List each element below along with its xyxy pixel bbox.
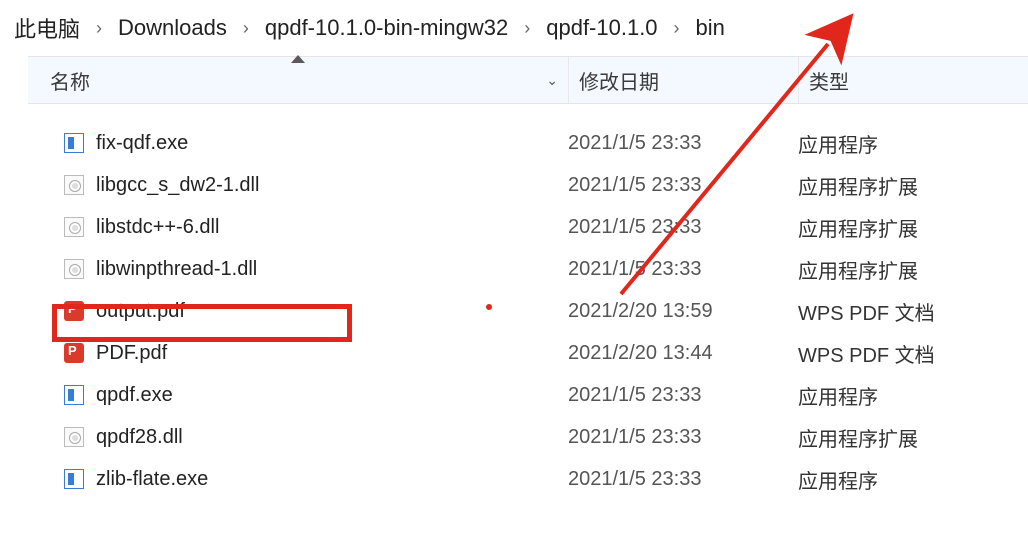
file-type-cell: WPS PDF 文档 [798,297,1028,326]
chevron-right-icon: › [92,18,106,39]
file-date-cell: 2021/2/20 13:44 [568,342,798,365]
column-header-name[interactable]: 名称 ⌄ [28,57,568,103]
file-row[interactable]: qpdf.exe 2021/1/5 23:33应用程序 [28,374,1028,416]
file-type-cell: 应用程序扩展 [798,255,1028,284]
sort-ascending-icon [291,55,305,63]
file-row[interactable]: qpdf28.dll 2021/1/5 23:33应用程序扩展 [28,416,1028,458]
dll-icon [64,259,84,279]
file-name-label: fix-qdf.exe [96,132,188,155]
file-row[interactable]: libgcc_s_dw2-1.dll 2021/1/5 23:33应用程序扩展 [28,164,1028,206]
file-type-cell: WPS PDF 文档 [798,339,1028,368]
file-type-cell: 应用程序扩展 [798,213,1028,242]
crumb-bin[interactable]: bin [690,13,731,43]
crumb-downloads[interactable]: Downloads [112,13,233,43]
column-name-label: 名称 [50,66,90,95]
file-row[interactable]: libwinpthread-1.dll 2021/1/5 23:33应用程序扩展 [28,248,1028,290]
pdf-icon [64,343,84,363]
dll-icon [64,175,84,195]
file-type-cell: 应用程序扩展 [798,171,1028,200]
file-type-cell: 应用程序扩展 [798,423,1028,452]
file-row[interactable]: PDF.pdf 2021/2/20 13:44WPS PDF 文档 [28,332,1028,374]
breadcrumb: 此电脑 › Downloads › qpdf-10.1.0-bin-mingw3… [0,0,1028,56]
column-header-date[interactable]: 修改日期 [568,57,798,103]
file-name-label: output.pdf [96,300,185,323]
file-date-cell: 2021/1/5 23:33 [568,132,798,155]
file-row[interactable]: fix-qdf.exe 2021/1/5 23:33应用程序 [28,122,1028,164]
file-name-label: libstdc++-6.dll [96,216,219,239]
column-type-label: 类型 [809,66,849,95]
file-name-label: libwinpthread-1.dll [96,258,257,281]
exe-icon [64,469,84,489]
file-type-cell: 应用程序 [798,465,1028,494]
file-name-cell: fix-qdf.exe [28,132,568,155]
file-name-label: zlib-flate.exe [96,468,208,491]
exe-icon [64,385,84,405]
file-row[interactable]: zlib-flate.exe 2021/1/5 23:33应用程序 [28,458,1028,500]
file-date-cell: 2021/1/5 23:33 [568,216,798,239]
file-name-cell: PDF.pdf [28,342,568,365]
file-name-label: qpdf28.dll [96,426,183,449]
chevron-right-icon: › [670,18,684,39]
crumb-qpdf[interactable]: qpdf-10.1.0 [540,13,663,43]
dll-icon [64,217,84,237]
column-date-label: 修改日期 [579,66,659,95]
file-name-cell: libstdc++-6.dll [28,216,568,239]
file-name-label: PDF.pdf [96,342,167,365]
file-date-cell: 2021/1/5 23:33 [568,426,798,449]
chevron-down-icon[interactable]: ⌄ [546,72,558,89]
file-type-cell: 应用程序 [798,129,1028,158]
column-header-type[interactable]: 类型 [798,57,1028,103]
file-list: fix-qdf.exe2021/1/5 23:33应用程序libgcc_s_dw… [28,104,1028,500]
file-name-label: libgcc_s_dw2-1.dll [96,174,259,197]
column-header-row: 名称 ⌄ 修改日期 类型 [28,56,1028,104]
file-date-cell: 2021/1/5 23:33 [568,258,798,281]
chevron-right-icon: › [239,18,253,39]
file-name-label: qpdf.exe [96,384,173,407]
file-name-cell: qpdf28.dll [28,426,568,449]
file-date-cell: 2021/1/5 23:33 [568,468,798,491]
file-name-cell: output.pdf [28,300,568,323]
file-row[interactable]: output.pdf 2021/2/20 13:59WPS PDF 文档 [28,290,1028,332]
file-date-cell: 2021/1/5 23:33 [568,384,798,407]
file-row[interactable]: libstdc++-6.dll 2021/1/5 23:33应用程序扩展 [28,206,1028,248]
exe-icon [64,133,84,153]
pdf-icon [64,301,84,321]
crumb-qpdf-bin[interactable]: qpdf-10.1.0-bin-mingw32 [259,13,514,43]
file-name-cell: libwinpthread-1.dll [28,258,568,281]
file-date-cell: 2021/1/5 23:33 [568,174,798,197]
chevron-right-icon: › [520,18,534,39]
crumb-this-pc[interactable]: 此电脑 [8,10,86,46]
file-name-cell: qpdf.exe [28,384,568,407]
dll-icon [64,427,84,447]
file-date-cell: 2021/2/20 13:59 [568,300,798,323]
file-type-cell: 应用程序 [798,381,1028,410]
file-name-cell: libgcc_s_dw2-1.dll [28,174,568,197]
file-name-cell: zlib-flate.exe [28,468,568,491]
